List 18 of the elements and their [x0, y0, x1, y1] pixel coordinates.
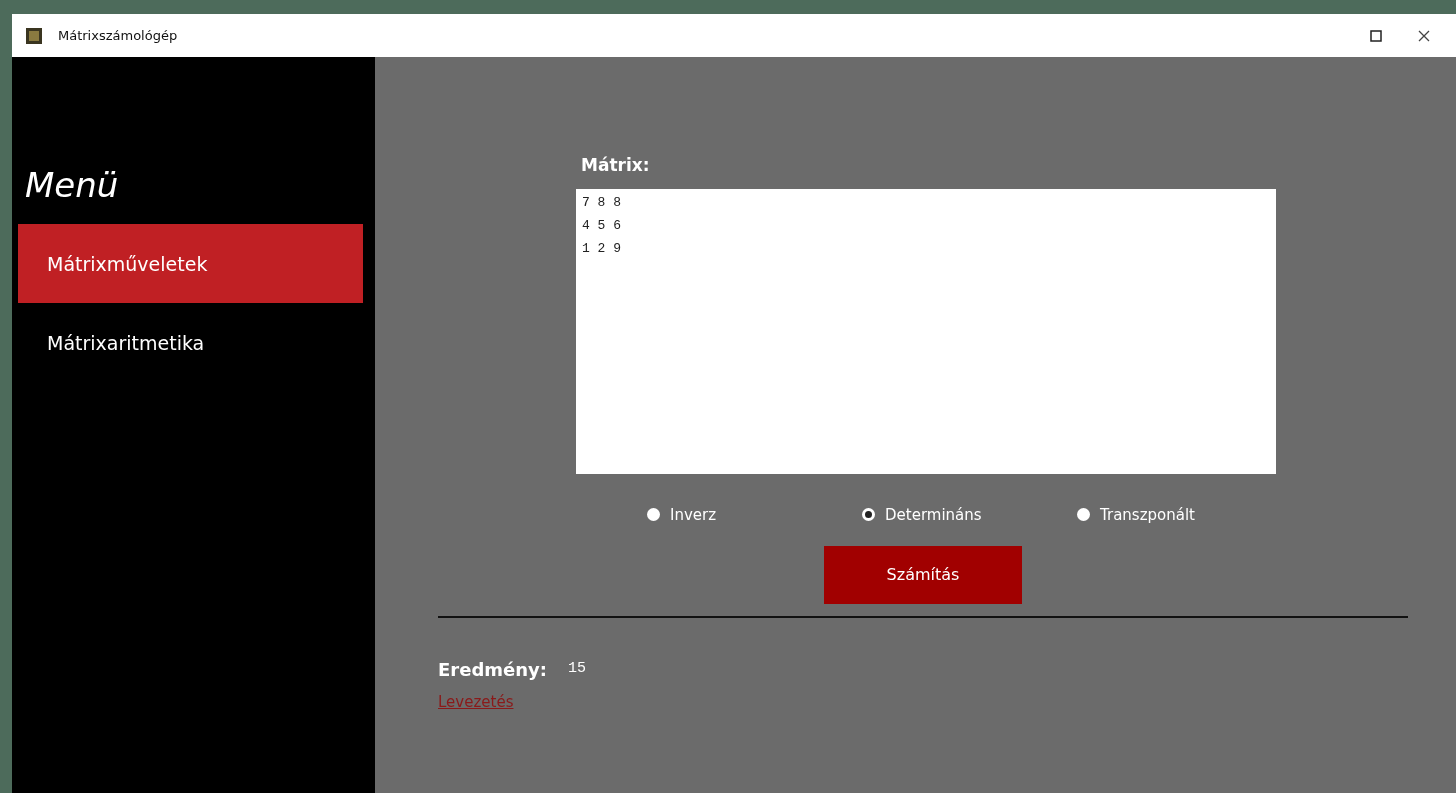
menu-item[interactable]: Mátrixaritmetika	[18, 302, 363, 382]
maximize-icon	[1370, 29, 1382, 42]
radio-label[interactable]: Determináns	[885, 503, 982, 526]
close-icon	[1418, 29, 1430, 42]
result-label: Eredmény:	[438, 658, 548, 682]
app-icon	[26, 27, 42, 44]
radio-button[interactable]	[1077, 508, 1090, 522]
window-title: Mátrixszámológép	[58, 26, 178, 45]
result-value: 15	[568, 659, 586, 680]
radio-button[interactable]	[647, 508, 660, 522]
radio-label[interactable]: Inverz	[670, 503, 717, 526]
matrix-label: Mátrix:	[581, 154, 651, 177]
matrix-input[interactable]: 7 8 8 4 5 6 1 2 9	[576, 188, 1276, 474]
radio-button[interactable]	[862, 508, 875, 522]
radio-label[interactable]: Transzponált	[1100, 503, 1195, 526]
menu-title: Menü	[25, 165, 120, 206]
menu-item[interactable]: Mátrixműveletek	[18, 223, 363, 303]
calculate-button[interactable]: Számítás	[824, 546, 1022, 604]
